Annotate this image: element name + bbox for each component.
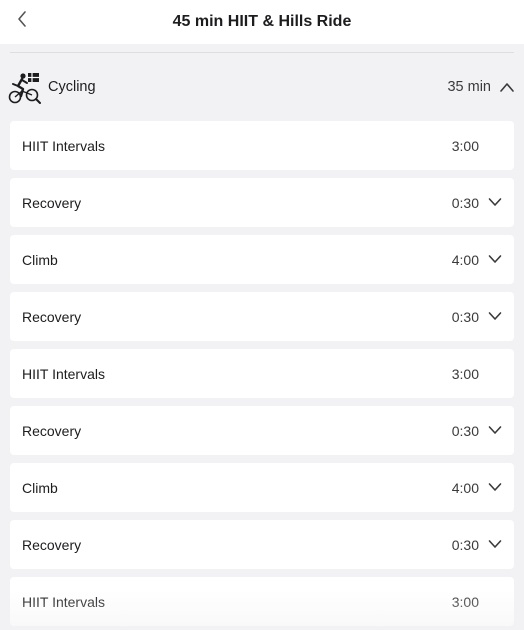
interval-label: HIIT Intervals [22, 138, 105, 154]
interval-label: Recovery [22, 537, 82, 553]
interval-label: HIIT Intervals [22, 594, 105, 610]
section-header-cycling[interactable]: Cycling 35 min [0, 66, 524, 110]
interval-duration: 0:30 [451, 309, 479, 325]
interval-label: Recovery [22, 309, 82, 325]
chevron-up-icon[interactable] [499, 81, 515, 93]
interval-duration: 0:30 [451, 195, 479, 211]
header-divider [10, 52, 514, 53]
chevron-down-icon[interactable] [488, 482, 502, 492]
interval-duration: 0:30 [451, 537, 479, 553]
interval-duration: 4:00 [451, 252, 479, 268]
interval-row[interactable]: HIIT Intervals 3:00 [10, 577, 514, 626]
chevron-down-icon[interactable] [488, 254, 502, 264]
interval-duration: 3:00 [451, 594, 479, 610]
interval-duration: 4:00 [451, 480, 479, 496]
app-header: 45 min HIIT & Hills Ride [0, 0, 524, 44]
chevron-down-icon[interactable] [488, 539, 502, 549]
page-title: 45 min HIIT & Hills Ride [172, 13, 352, 30]
cycling-icon [8, 73, 41, 104]
chevron-down-icon[interactable] [488, 197, 502, 207]
interval-label: Recovery [22, 195, 82, 211]
interval-row[interactable]: Recovery 0:30 [10, 406, 514, 455]
interval-duration: 3:00 [451, 366, 479, 382]
section-label: Cycling [48, 79, 96, 95]
section-duration: 35 min [447, 79, 491, 95]
interval-label: Climb [22, 252, 58, 268]
interval-row[interactable]: Climb 4:00 [10, 463, 514, 512]
interval-label: Recovery [22, 423, 82, 439]
interval-row[interactable]: HIIT Intervals 3:00 [10, 121, 514, 170]
interval-row[interactable]: HIIT Intervals 3:00 [10, 349, 514, 398]
interval-label: HIIT Intervals [22, 366, 105, 382]
back-button[interactable] [10, 8, 34, 30]
interval-row[interactable]: Recovery 0:30 [10, 178, 514, 227]
interval-label: Climb [22, 480, 58, 496]
interval-duration: 0:30 [451, 423, 479, 439]
interval-duration: 3:00 [451, 138, 479, 154]
interval-row[interactable]: Recovery 0:30 [10, 292, 514, 341]
interval-row[interactable]: Recovery 0:30 [10, 520, 514, 569]
chevron-down-icon[interactable] [488, 425, 502, 435]
chevron-left-icon [18, 11, 26, 27]
chevron-down-icon[interactable] [488, 311, 502, 321]
interval-row[interactable]: Climb 4:00 [10, 235, 514, 284]
